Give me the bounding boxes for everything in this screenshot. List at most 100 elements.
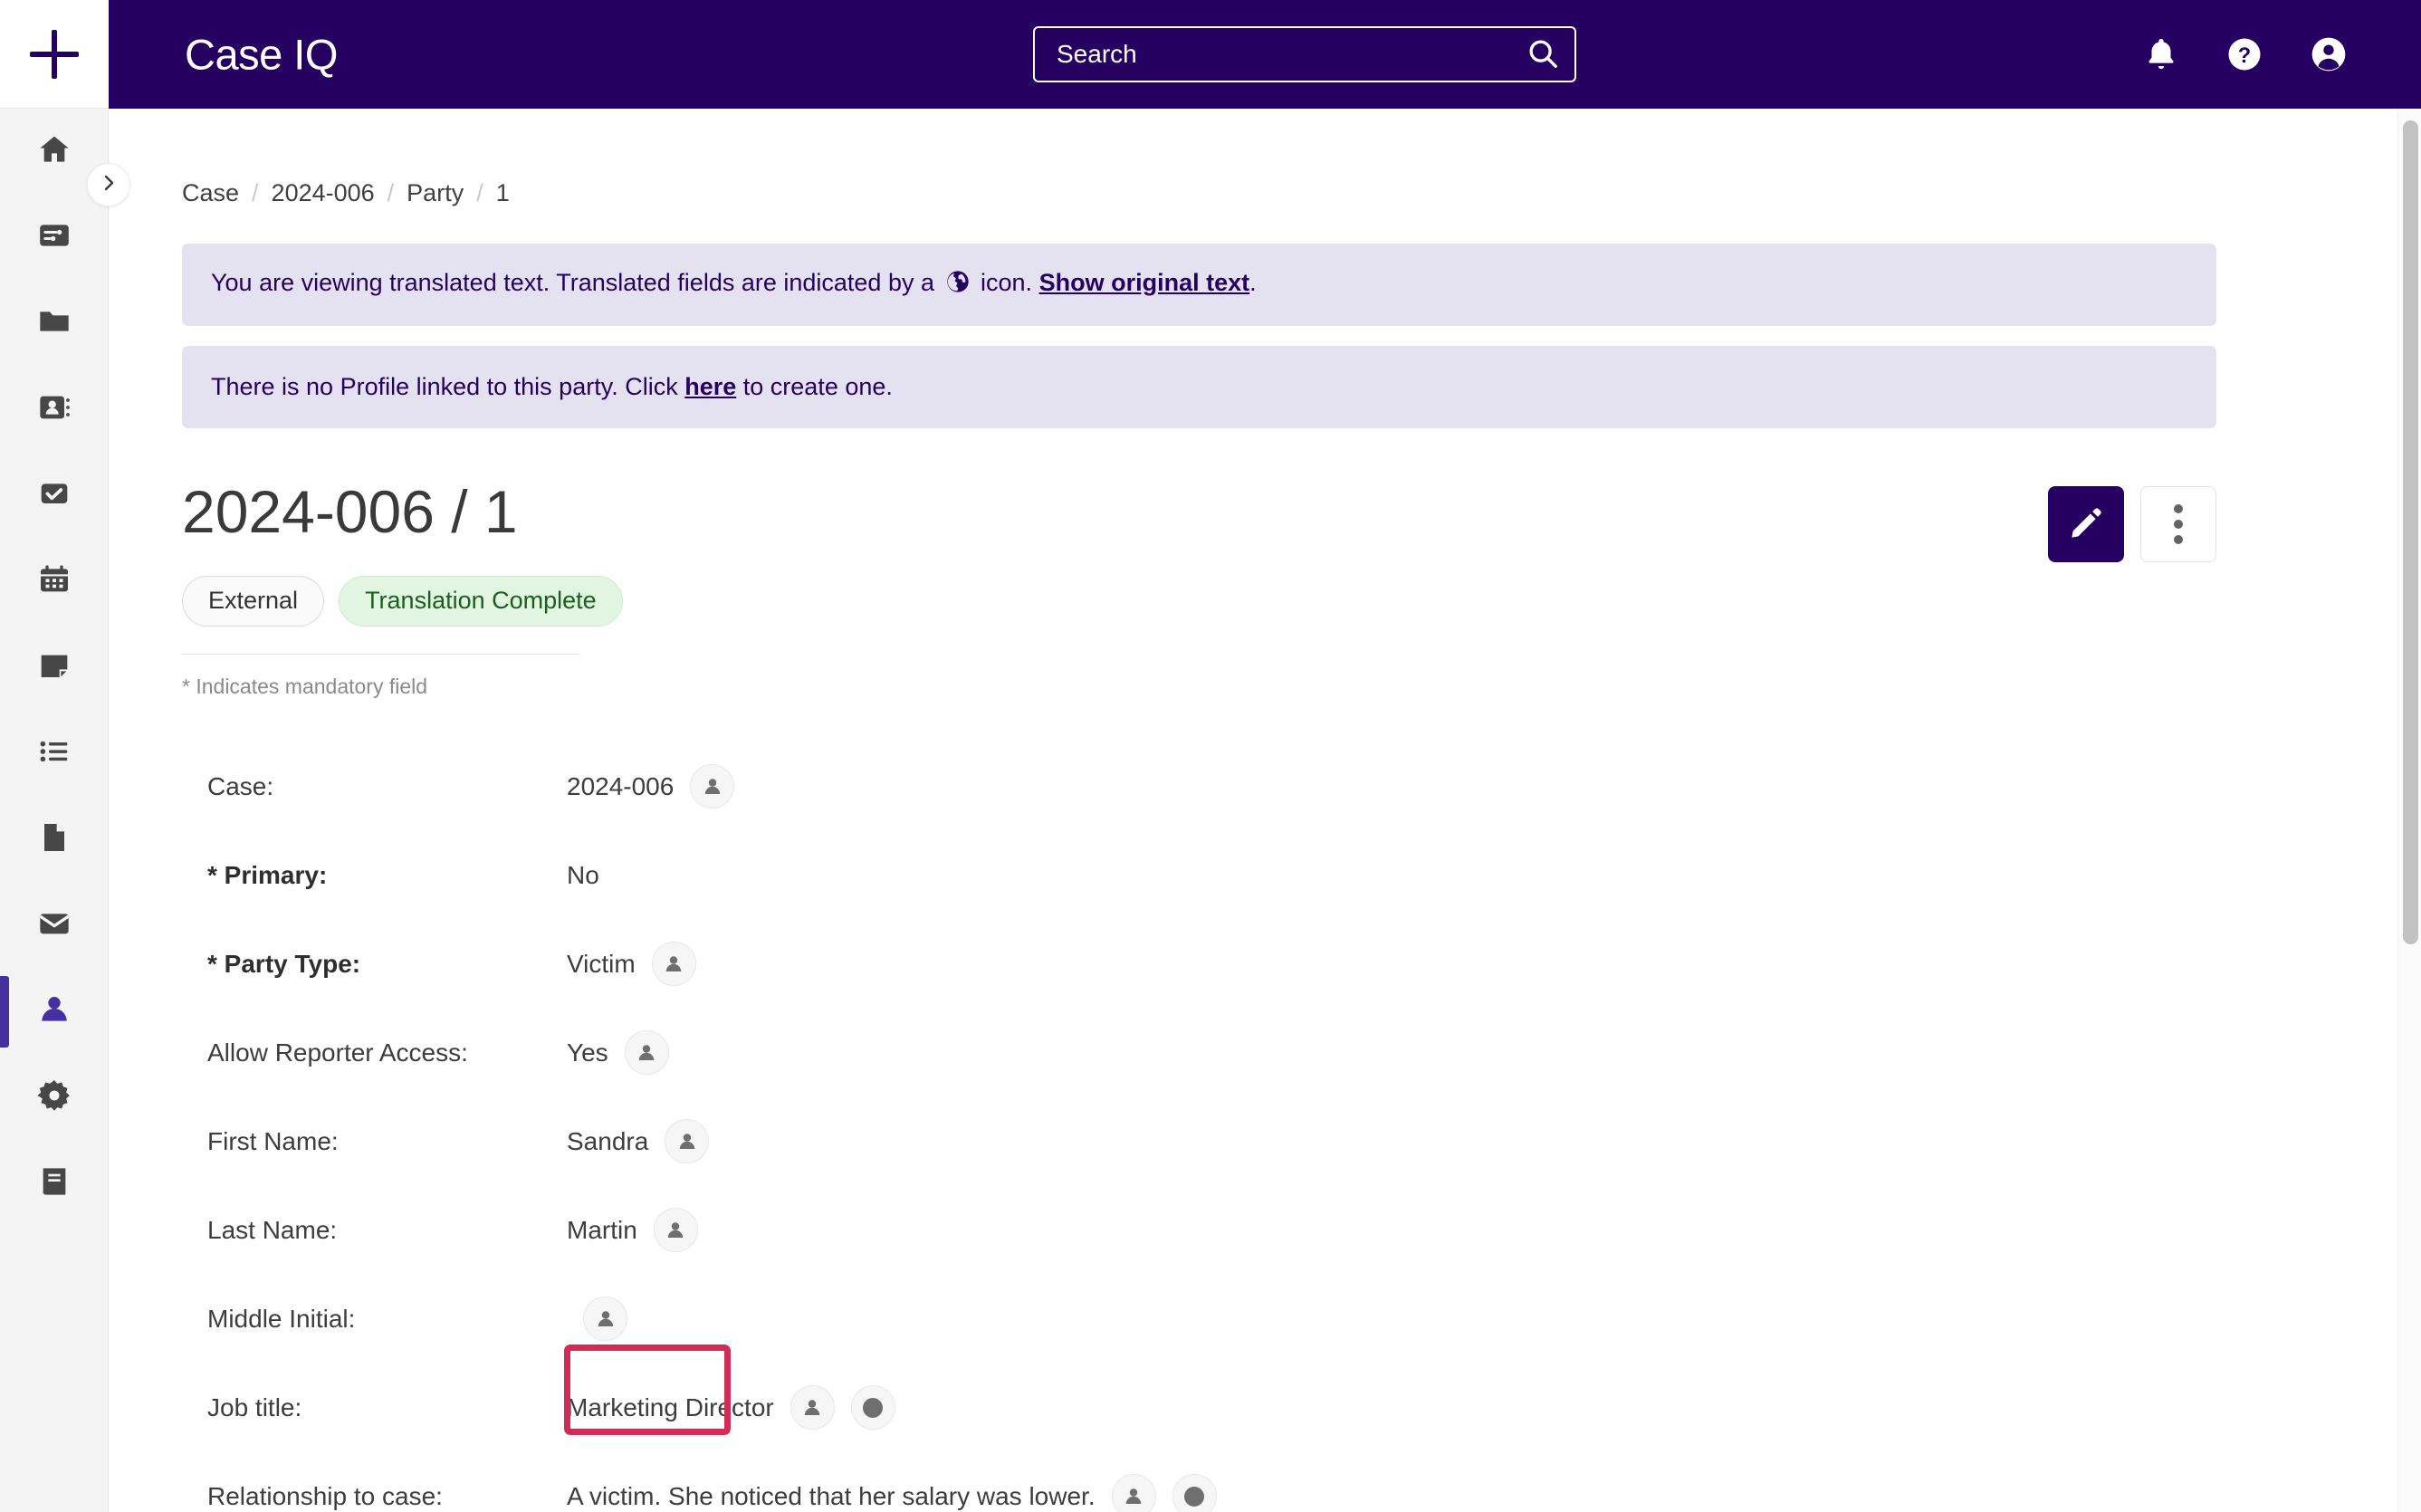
create-profile-link[interactable]: here: [684, 373, 736, 400]
list-icon: [36, 733, 72, 774]
field-label-relationship-to-case: Relationship to case:: [207, 1481, 443, 1510]
profile-banner: There is no Profile linked to this party…: [182, 346, 2216, 428]
breadcrumb: Case / 2024-006 / Party / 1: [182, 110, 2216, 207]
field-row-job-title: Job title: Marketing Director: [207, 1345, 2216, 1452]
show-original-text-link[interactable]: Show original text: [1039, 269, 1250, 296]
mandatory-field-note: * Indicates mandatory field: [182, 674, 428, 698]
field-row-first-name: First Name: Sandra: [207, 1097, 2216, 1186]
checkbox-icon: [36, 475, 72, 516]
sidebar-item-lists[interactable]: [0, 711, 109, 797]
notifications-icon[interactable]: [2142, 35, 2180, 73]
edit-button[interactable]: [2048, 486, 2124, 562]
sidebar-item-contacts[interactable]: [0, 367, 109, 453]
dashboard-icon: [36, 217, 72, 258]
svg-text:?: ?: [2238, 44, 2251, 68]
globe-icon[interactable]: [1172, 1474, 1217, 1512]
vertical-scrollbar[interactable]: [2397, 110, 2421, 1512]
field-row-case: Case: 2024-006: [207, 742, 2216, 831]
field-value-last-name: Martin: [567, 1215, 637, 1244]
translation-banner-text-after: .: [1249, 269, 1257, 296]
contact-card-icon: [36, 389, 72, 430]
field-row-allow-reporter-access: Allow Reporter Access: Yes: [207, 1009, 2216, 1097]
envelope-icon: [36, 905, 72, 946]
globe-icon[interactable]: [850, 1385, 895, 1431]
field-value-primary: No: [567, 860, 599, 889]
sidebar-item-parties[interactable]: [0, 969, 109, 1055]
person-icon[interactable]: [651, 942, 696, 987]
plus-icon: [30, 29, 79, 79]
field-row-middle-initial: Middle Initial:: [207, 1275, 2216, 1364]
breadcrumb-separator: /: [252, 179, 259, 206]
breadcrumb-item-case[interactable]: Case: [182, 179, 239, 207]
search-button[interactable]: [1511, 28, 1574, 81]
field-value-party-type: Victim: [567, 949, 636, 978]
translation-banner-text-middle: icon.: [981, 269, 1033, 296]
sidebar-item-dashboard[interactable]: [0, 195, 109, 281]
field-label-party-type: * Party Type:: [207, 949, 361, 978]
field-label-allow-reporter-access: Allow Reporter Access:: [207, 1038, 468, 1067]
field-label-primary: * Primary:: [207, 860, 328, 889]
sidebar-item-notes[interactable]: [0, 625, 109, 711]
user-account-icon[interactable]: [2309, 34, 2349, 74]
translation-banner-text: You are viewing translated text. Transla…: [211, 269, 934, 296]
field-value-first-name: Sandra: [567, 1126, 649, 1155]
breadcrumb-item-case-number[interactable]: 2024-006: [272, 179, 375, 207]
person-icon[interactable]: [583, 1297, 627, 1342]
page-title: 2024-006 / 1: [182, 478, 518, 545]
field-label-job-title: Job title:: [207, 1392, 302, 1421]
sidebar-item-calendar[interactable]: [0, 539, 109, 625]
person-icon[interactable]: [653, 1208, 698, 1253]
translation-banner: You are viewing translated text. Transla…: [182, 244, 2216, 326]
person-icon[interactable]: [624, 1030, 669, 1076]
breadcrumb-item-party[interactable]: Party: [407, 179, 464, 207]
breadcrumb-item-current: 1: [495, 179, 510, 206]
sidebar-item-settings[interactable]: [0, 1055, 109, 1141]
profile-banner-text: There is no Profile linked to this party…: [211, 373, 678, 400]
help-icon[interactable]: ?: [2225, 35, 2263, 73]
top-bar: Case IQ ?: [0, 0, 2421, 109]
person-icon[interactable]: [690, 764, 735, 809]
person-icon[interactable]: [1111, 1474, 1156, 1512]
sidebar-item-email[interactable]: [0, 883, 109, 969]
field-value-relationship-to-case: A victim. She noticed that her salary wa…: [567, 1481, 1096, 1510]
badge-group: External Translation Complete: [182, 575, 623, 627]
field-label-last-name: Last Name:: [207, 1215, 338, 1244]
kebab-menu-icon: [2174, 504, 2183, 544]
section-divider: [182, 653, 580, 655]
search-box[interactable]: [1033, 26, 1576, 82]
note-icon: [36, 647, 72, 688]
field-row-last-name: Last Name: Martin: [207, 1186, 2216, 1275]
sidebar-item-tasks[interactable]: [0, 453, 109, 539]
page-actions: [2048, 479, 2216, 562]
sidebar-item-cases[interactable]: [0, 281, 109, 367]
sidebar-item-documents[interactable]: [0, 797, 109, 883]
sidebar-item-reports[interactable]: [0, 1141, 109, 1227]
app-logo: Case IQ: [185, 30, 338, 79]
page-header: 2024-006 / 1 External Translation Comple…: [182, 479, 2216, 627]
folder-icon: [36, 303, 72, 344]
header-icon-group: ?: [2142, 34, 2349, 74]
status-badge-translation: Translation Complete: [339, 575, 623, 627]
sidebar-nav: [0, 109, 109, 1512]
document-icon: [36, 819, 72, 860]
field-row-relationship-to-case: Relationship to case: A victim. She noti…: [207, 1452, 2216, 1512]
person-icon[interactable]: [665, 1119, 710, 1164]
breadcrumb-separator: /: [476, 179, 483, 206]
search-icon: [1526, 36, 1560, 73]
gear-icon: [36, 1077, 72, 1118]
field-value-case: 2024-006: [567, 771, 675, 800]
expand-sidebar-button[interactable]: [87, 163, 130, 206]
person-icon[interactable]: [789, 1385, 835, 1431]
field-row-party-type: * Party Type: Victim: [207, 920, 2216, 1009]
main-content: Case / 2024-006 / Party / 1 You are view…: [110, 110, 2397, 1512]
book-icon: [36, 1163, 72, 1204]
add-new-button[interactable]: [0, 0, 109, 109]
home-icon: [36, 131, 72, 172]
scrollbar-thumb[interactable]: [2403, 120, 2418, 944]
field-value-allow-reporter-access: Yes: [567, 1038, 608, 1067]
search-input[interactable]: [1035, 40, 1511, 69]
more-actions-button[interactable]: [2140, 486, 2216, 562]
party-detail-form: Case: 2024-006 * Primary: No * Party Typ…: [182, 742, 2216, 1512]
globe-icon: [945, 269, 971, 301]
field-label-first-name: First Name:: [207, 1126, 339, 1155]
